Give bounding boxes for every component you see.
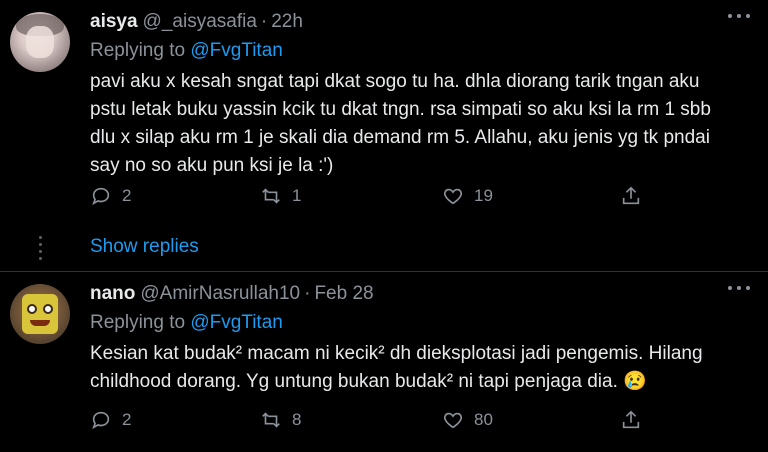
timestamp[interactable]: 22h: [271, 11, 303, 33]
avatar-eye: [27, 304, 37, 314]
like-icon: [444, 412, 462, 429]
replying-label: Replying to: [90, 40, 186, 61]
share-button[interactable]: [620, 182, 652, 210]
more-icon[interactable]: [728, 14, 750, 22]
retweet-icon: [262, 412, 280, 428]
replying-to: Replying to @FvgTitan: [90, 40, 283, 62]
reply-count: 2: [122, 410, 132, 429]
avatar-eye: [43, 304, 53, 314]
like-button[interactable]: 19: [442, 182, 493, 210]
tweet[interactable]: nano @AmirNasrullah10 · Feb 28 Replying …: [0, 272, 768, 452]
avatar-mouth: [30, 320, 50, 326]
avatar[interactable]: [10, 284, 70, 344]
mention-link[interactable]: @FvgTitan: [190, 312, 283, 333]
reply-button[interactable]: 2: [90, 406, 131, 434]
reply-count: 2: [122, 186, 132, 205]
share-icon: [622, 186, 640, 205]
reply-icon: [92, 411, 110, 430]
retweet-count: 8: [292, 410, 302, 429]
tweet-actions: 2 1 19: [90, 182, 650, 210]
show-replies-link[interactable]: Show replies: [90, 236, 199, 258]
avatar[interactable]: [10, 12, 70, 72]
share-icon: [622, 410, 640, 429]
tweet-header: nano @AmirNasrullah10 · Feb 28: [90, 282, 374, 306]
timestamp[interactable]: Feb 28: [314, 283, 373, 305]
replying-to: Replying to @FvgTitan: [90, 312, 283, 334]
avatar-face: [26, 26, 54, 58]
like-icon: [444, 188, 462, 205]
like-button[interactable]: 80: [442, 406, 493, 434]
user-handle[interactable]: @AmirNasrullah10: [140, 283, 300, 305]
like-count: 80: [474, 410, 493, 429]
display-name[interactable]: aisya: [90, 11, 138, 33]
share-button[interactable]: [620, 406, 652, 434]
more-icon[interactable]: [728, 286, 750, 294]
like-count: 19: [474, 186, 493, 205]
separator-dot: ·: [304, 283, 311, 304]
tweet-text: Kesian kat budak² macam ni kecik² dh die…: [90, 343, 703, 392]
thread-dots: [39, 236, 43, 260]
reply-button[interactable]: 2: [90, 182, 131, 210]
mention-link[interactable]: @FvgTitan: [190, 40, 283, 61]
replying-label: Replying to: [90, 312, 186, 333]
tweet-actions: 2 8 80: [90, 406, 650, 434]
user-handle[interactable]: @_aisyasafia: [143, 11, 257, 33]
tweet-text: pavi aku x kesah sngat tapi dkat sogo tu…: [90, 71, 711, 176]
tweet[interactable]: aisya @_aisyasafia · 22h Replying to @Fv…: [0, 0, 768, 226]
display-name[interactable]: nano: [90, 283, 135, 305]
avatar-sponge: [22, 294, 58, 334]
tweet-header: aisya @_aisyasafia · 22h: [90, 10, 303, 34]
separator-dot: ·: [260, 11, 268, 32]
reply-icon: [92, 187, 110, 206]
retweet-button[interactable]: 1: [260, 182, 301, 210]
retweet-button[interactable]: 8: [260, 406, 301, 434]
retweet-icon: [262, 188, 280, 204]
retweet-count: 1: [292, 186, 302, 205]
